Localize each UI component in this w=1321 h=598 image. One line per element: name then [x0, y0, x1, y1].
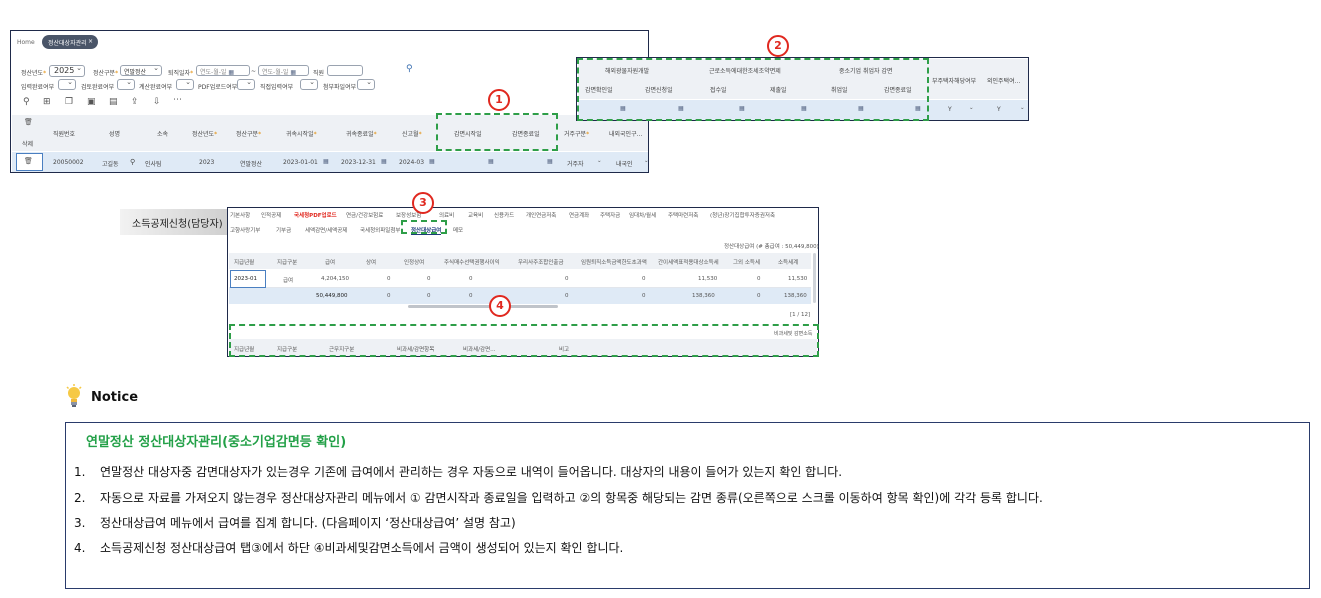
row-trash-icon[interactable]: 🗑 — [24, 157, 33, 165]
calendar-icon[interactable]: ▦ — [488, 158, 494, 165]
tab[interactable]: 연금계좌 — [569, 211, 589, 219]
notice-box: 연말정산 정산대상자관리(중소기업감면등 확인) 1. 연말정산 대상자중 감면대… — [65, 422, 1310, 589]
highlight-box-2 — [577, 58, 929, 121]
tab[interactable]: 고향사랑기부 — [230, 226, 260, 234]
notice-item: 3. 정산대상급여 메뉴에서 급여를 집계 합니다. (다음페이지 ‘정산대상급여… — [74, 516, 516, 530]
home-tab[interactable]: Home — [17, 39, 35, 46]
dept-search-icon[interactable]: ⚲ — [130, 158, 135, 166]
tab[interactable]: 기부금 — [276, 226, 291, 234]
type-select[interactable]: 연말정산 — [120, 65, 162, 76]
add-icon[interactable]: ⊞ — [43, 97, 51, 107]
more-icon[interactable]: ⋯ — [173, 95, 182, 105]
tab[interactable]: 주택자금 — [600, 211, 620, 219]
highlight-box-1 — [436, 113, 558, 151]
year-select[interactable]: 2025 — [49, 65, 85, 77]
trash-icon[interactable]: 🗑 — [24, 118, 33, 126]
upload-icon[interactable]: ⇪ — [131, 97, 139, 107]
tab[interactable]: 의료비 — [439, 211, 454, 219]
calc-done-select[interactable] — [176, 79, 194, 90]
vertical-scrollbar[interactable] — [813, 253, 816, 303]
notice-item: 1. 연말정산 대상자중 감면대상자가 있는경우 기존에 급여에서 관리하는 경우… — [74, 465, 843, 479]
save-icon[interactable]: ▣ — [87, 97, 96, 107]
input-done-select[interactable] — [58, 79, 76, 90]
calendar-icon[interactable]: ▦ — [323, 158, 329, 165]
tab[interactable]: 신용카드 — [494, 211, 514, 219]
highlight-box-3 — [401, 220, 447, 234]
tab[interactable]: 주택마련저축 — [668, 211, 698, 219]
type-label: 정산구분* — [93, 70, 119, 77]
tab[interactable]: 국세청PDF업로드 — [294, 211, 337, 219]
tab[interactable]: 국세청외파일첨부 — [360, 226, 400, 234]
pager: [1 / 12] — [790, 312, 811, 318]
notice-heading: Notice — [91, 390, 139, 405]
calendar-icon[interactable]: ▦ — [429, 158, 435, 165]
tab[interactable]: 개인연금저축 — [526, 211, 556, 219]
close-tab-icon[interactable]: × — [88, 38, 93, 45]
marker-3: 3 — [412, 192, 434, 214]
lightbulb-icon — [66, 384, 82, 410]
date-label: 퇴직일자* — [168, 70, 194, 77]
notice-item: 4. 소득공제신청 정산대상급여 탭③에서 하단 ④비과세및감면소득에서 금액이 … — [74, 541, 624, 555]
marker-2: 2 — [767, 35, 789, 57]
side-label: 소득공제신청(담당자) — [120, 209, 228, 235]
calendar-icon[interactable]: ▦ — [381, 158, 387, 165]
search-icon[interactable]: ⚲ — [23, 97, 30, 107]
table-row[interactable] — [229, 270, 811, 288]
copy-icon[interactable]: ❐ — [65, 97, 73, 107]
horizontal-scrollbar[interactable] — [408, 305, 558, 308]
tab[interactable]: 메모 — [453, 226, 463, 234]
highlight-box-4 — [229, 324, 819, 357]
tab[interactable]: 세액감면/세액공제 — [305, 226, 347, 234]
year-label: 정산년도* — [21, 70, 47, 77]
date-from-input[interactable]: 연도-월-일 ▦ — [196, 65, 250, 76]
pdf-upload-select[interactable] — [237, 79, 255, 90]
marker-1: 1 — [488, 89, 510, 111]
settlement-target-panel: Home 정산대상자관리 × 정산년도* 2025 정산구분* 연말정산 퇴직일… — [10, 30, 649, 173]
download-icon[interactable]: ⇩ — [153, 97, 161, 107]
search-icon[interactable]: ⚲ — [406, 64, 413, 74]
marker-4: 4 — [489, 295, 511, 317]
tab[interactable]: (청년)장기집합투자증권저축 — [710, 211, 775, 219]
staff-label: 직원 — [313, 70, 325, 77]
notice-title: 연말정산 정산대상자관리(중소기업감면등 확인) — [86, 435, 347, 450]
tab[interactable]: 인적공제 — [261, 211, 281, 219]
calendar-icon[interactable]: ▦ — [547, 158, 553, 165]
review-done-select[interactable] — [117, 79, 135, 90]
tab[interactable]: 임대차/월세 — [629, 211, 656, 219]
notice-item: 2. 자동으로 자료를 가져오지 않는경우 정산대상자관리 메뉴에서 ① 감면시작… — [74, 491, 1043, 505]
tab[interactable]: 교육비 — [468, 211, 483, 219]
date-to-input[interactable]: 연도-월-일 ▦ — [258, 65, 309, 76]
excel-icon[interactable]: ▤ — [109, 97, 118, 107]
tab[interactable]: 연금/건강보험료 — [346, 211, 383, 219]
staff-input[interactable] — [327, 65, 363, 76]
tab[interactable]: 기본사항 — [230, 211, 250, 219]
pay-summary: 정산대상급여 (# 총급여 : 50,449,800) — [724, 244, 819, 250]
active-tab[interactable]: 정산대상자관리 × — [42, 35, 98, 49]
direct-input-select[interactable] — [300, 79, 318, 90]
attachment-select[interactable] — [357, 79, 375, 90]
